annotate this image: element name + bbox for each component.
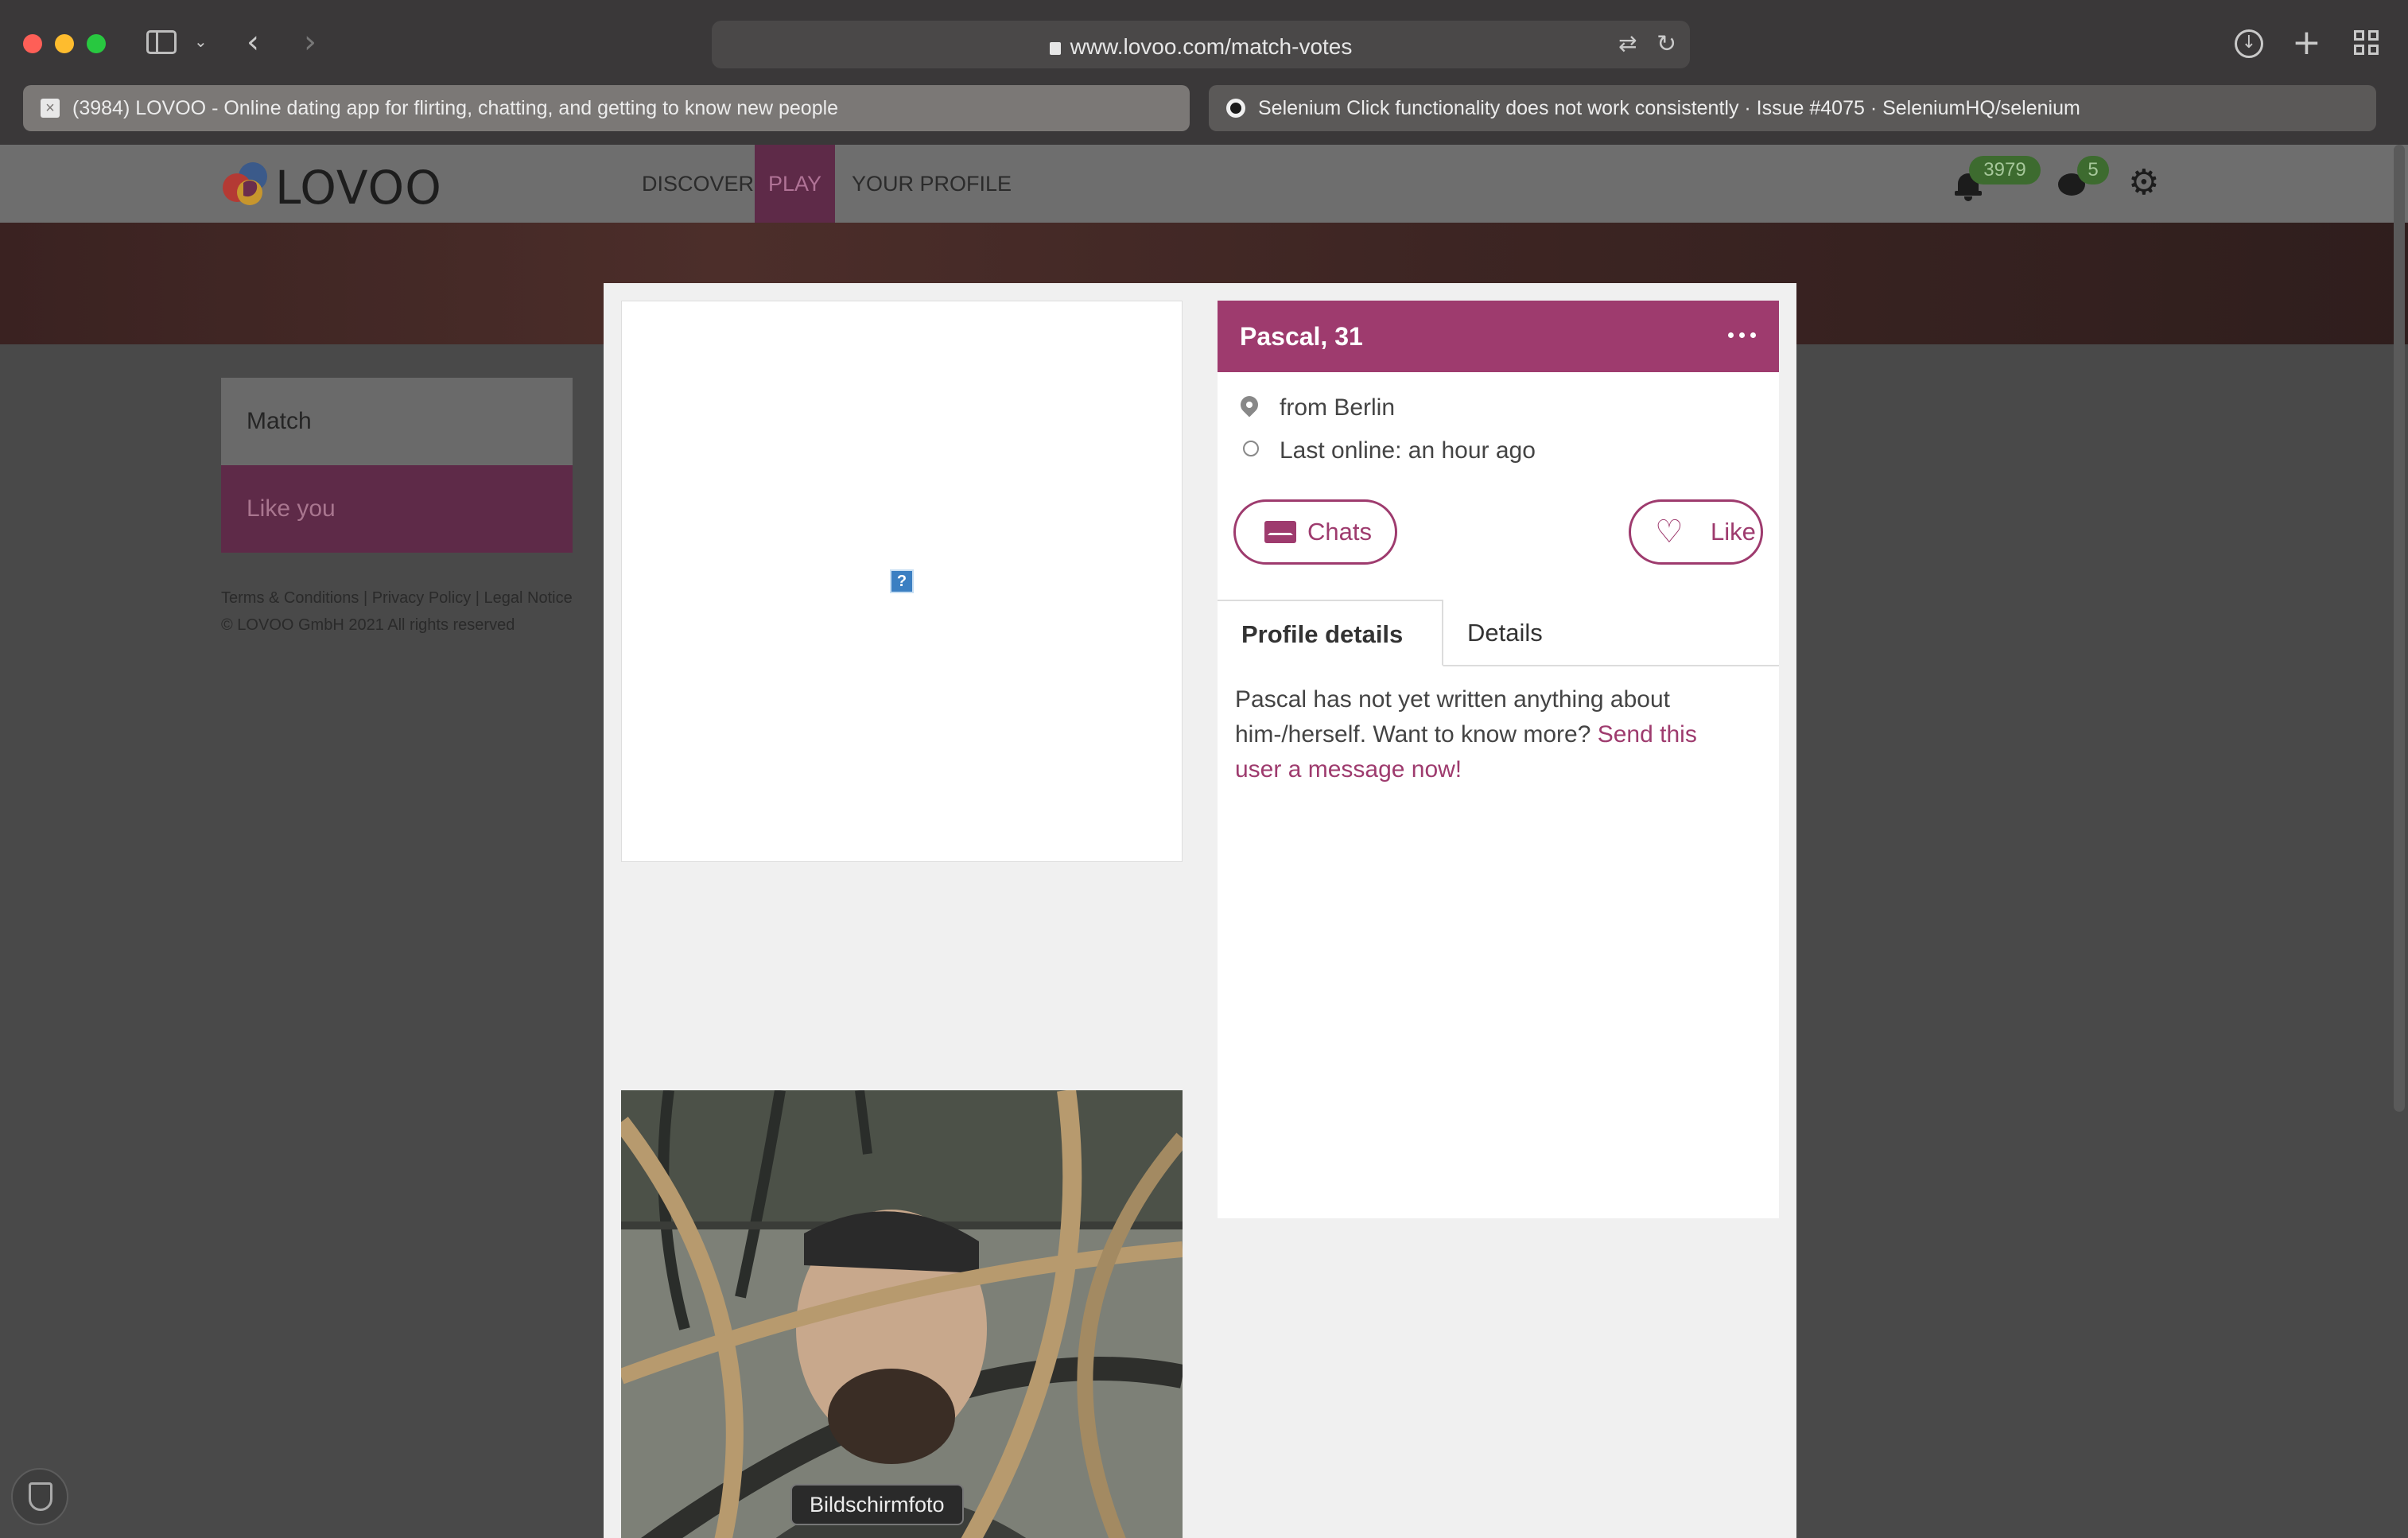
lovoo-logo-icon (223, 162, 267, 205)
tab-title: (3984) LOVOO - Online dating app for fli… (72, 97, 839, 119)
shield-icon (29, 1482, 52, 1511)
tab-selenium-issue[interactable]: Selenium Click functionality does not wo… (1209, 85, 2376, 131)
zoom-window-button[interactable] (87, 34, 106, 53)
profile-card-header: Pascal, 31 (1218, 301, 1779, 372)
online-status-icon (1243, 441, 1259, 456)
chats-button-label: Chats (1307, 518, 1372, 546)
envelope-icon (1264, 521, 1296, 543)
profile-photo[interactable]: Bildschirmfoto (621, 1090, 1183, 1538)
tab-overview-icon[interactable] (2354, 30, 2379, 56)
tab-title: Selenium Click functionality does not wo… (1258, 97, 2080, 119)
terms-link[interactable]: Terms & Conditions (221, 589, 359, 607)
legal-notice-link[interactable]: Legal Notice (484, 589, 573, 607)
page: LOVOO DISCOVER PLAY YOUR PROFILE 3979 5 … (0, 145, 2408, 1538)
logo-text: LOVOO (275, 161, 442, 215)
heart-icon: ♡ (1655, 514, 1684, 550)
main-photo[interactable]: ? (621, 301, 1183, 862)
more-options-icon[interactable] (1728, 332, 1757, 339)
chats-button[interactable]: Chats (1233, 499, 1397, 565)
privacy-link[interactable]: Privacy Policy (372, 589, 471, 607)
close-window-button[interactable] (23, 34, 42, 53)
location-pin-icon (1237, 392, 1262, 420)
about-section: Pascal has not yet written anything abou… (1235, 682, 1744, 787)
site-header: LOVOO DISCOVER PLAY YOUR PROFILE 3979 5 … (0, 145, 2408, 223)
minimize-window-button[interactable] (55, 34, 74, 53)
downloads-icon[interactable]: ↓ (2235, 29, 2263, 58)
gear-icon[interactable]: ⚙ (2128, 165, 2163, 200)
reload-icon[interactable]: ↻ (1656, 30, 1676, 58)
privacy-shield-button[interactable] (11, 1468, 68, 1525)
tab-lovoo[interactable]: × (3984) LOVOO - Online dating app for f… (23, 85, 1190, 131)
nav-your-profile[interactable]: YOUR PROFILE (852, 145, 1012, 223)
page-scrollbar[interactable] (2394, 145, 2405, 1112)
forward-icon: › (304, 24, 317, 60)
footer-links: Terms & Conditions | Privacy Policy | Le… (221, 585, 573, 639)
profile-tabs: Profile details Details (1218, 600, 1779, 666)
sidebar-item-like-you[interactable]: Like you (221, 465, 573, 553)
nav-play[interactable]: PLAY (755, 145, 835, 223)
lock-icon (1049, 42, 1061, 55)
tab-details[interactable]: Details (1467, 600, 1543, 666)
like-button[interactable]: ♡ Like (1629, 499, 1763, 565)
notifications-badge: 3979 (1969, 156, 2041, 184)
browser-toolbar: ⌄ ‹ › www.lovoo.com/match-votes ⇄ ↻ ↓ + … (0, 0, 2408, 145)
sidebar-item-match[interactable]: Match (221, 378, 573, 465)
sidebar-toggle-icon[interactable] (146, 30, 177, 54)
last-online-text: Last online: an hour ago (1280, 437, 1536, 464)
broken-image-icon: ? (890, 569, 914, 593)
translate-icon[interactable]: ⇄ (1618, 30, 1637, 56)
close-tab-icon[interactable]: × (41, 99, 60, 118)
back-icon[interactable]: ‹ (247, 24, 259, 60)
chevron-down-icon[interactable]: ⌄ (194, 32, 208, 51)
profile-name-age: Pascal, 31 (1240, 322, 1363, 351)
url-text: www.lovoo.com/match-votes (1070, 34, 1353, 59)
photo-tooltip: Bildschirmfoto (790, 1484, 964, 1525)
profile-card: Pascal, 31 from Berlin Last online: an h… (1218, 301, 1779, 1218)
location-text: from Berlin (1280, 394, 1396, 421)
like-button-label: Like (1711, 518, 1756, 546)
address-bar[interactable]: www.lovoo.com/match-votes ⇄ ↻ (712, 21, 1690, 68)
new-tab-icon[interactable]: + (2292, 22, 2321, 63)
nav-discover[interactable]: DISCOVER (642, 145, 754, 223)
photo-illustration (621, 1090, 1183, 1538)
github-icon (1226, 99, 1245, 118)
messages-badge: 5 (2077, 156, 2109, 184)
tab-profile-details[interactable]: Profile details (1218, 600, 1443, 666)
profile-modal: ? Bildschirmfoto Pascal, 31 from Berlin … (604, 283, 1796, 1538)
copyright: © LOVOO GmbH 2021 All rights reserved (221, 616, 515, 634)
